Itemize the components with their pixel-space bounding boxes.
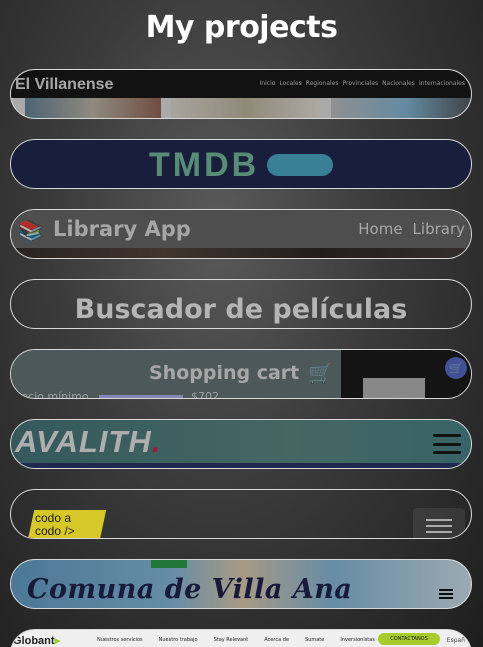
project-card-globant[interactable]: Globant▸ Nuestros servicios Nuestro trab… [10, 629, 472, 647]
project-title: Buscador de películas [74, 294, 408, 325]
nav-item: Acerca de [264, 637, 290, 643]
min-price-label: recio mínimo [17, 390, 89, 399]
accent-bar [151, 560, 187, 568]
site-title: Comuna de Villa Ana [27, 574, 353, 605]
hamburger-menu-icon [439, 589, 453, 599]
project-card-buscador-de-peliculas[interactable]: Buscador de películas [10, 279, 472, 329]
app-title: Library App [53, 217, 191, 241]
cart-badge-icon: 🛒 [445, 357, 467, 379]
nav-item-library: Library [412, 220, 465, 238]
project-card-shopping-cart[interactable]: Shopping cart 🛒 recio mínimo $702 🛒 [10, 349, 472, 399]
bookshelf-image [11, 248, 471, 258]
site-nav: Inicio Locales Regionales Provinciales N… [260, 80, 465, 87]
shopping-cart-icon: 🛒 [308, 361, 333, 385]
nav-item: Provinciales [342, 80, 379, 87]
contact-button: CONTACTANOS [378, 633, 440, 645]
thumbnail-image [171, 98, 321, 118]
globant-logo: Globant▸ [13, 634, 60, 647]
language-selector: Españ [446, 637, 465, 644]
project-card-comuna-de-villa-ana[interactable]: Comuna de Villa Ana [10, 559, 472, 609]
page-title: My projects [145, 10, 338, 45]
thumbnail-image [25, 98, 161, 118]
codo-logo-text: codo a codo /> [35, 512, 75, 538]
project-card-library-app[interactable]: 📚 Library App Home Library [10, 209, 472, 259]
nav-item: Internacionales [418, 80, 465, 87]
hamburger-menu-icon [433, 434, 461, 454]
store-title: Shopping cart [149, 362, 300, 384]
nav-item: Stay Relevant [213, 637, 249, 643]
product-thumbnail [363, 378, 425, 398]
thumbnail-image [331, 98, 471, 118]
hamburger-menu-icon [413, 508, 465, 538]
nav-item: Inicio [259, 80, 276, 87]
nav-item: Nacionales [382, 80, 415, 87]
tmdb-logo-pill [267, 154, 333, 176]
nav-item: Nuestros servicios [97, 637, 143, 643]
min-price-value: $702 [191, 390, 219, 399]
app-nav: Home Library [358, 220, 465, 238]
banner-strip [11, 463, 471, 468]
avalith-logo: AVALITH. [15, 424, 161, 460]
nav-item: Sumate [305, 637, 325, 643]
books-icon: 📚 [18, 218, 43, 242]
price-slider [99, 395, 183, 398]
project-card-codo-a-codo[interactable]: codo a codo /> [10, 489, 472, 539]
avalith-logo-text: AVALITH [15, 424, 152, 459]
tmdb-logo: TMDB [149, 146, 260, 184]
codo-logo-line: codo /> [35, 524, 75, 538]
site-logo: El Villanense [15, 76, 114, 93]
nav-item-home: Home [358, 220, 403, 238]
nav-item: Nuestro trabajo [158, 637, 198, 643]
avalith-logo-dot: . [151, 424, 162, 459]
nav-item: Inversionistas [340, 637, 375, 643]
globant-logo-text: Globant [13, 635, 55, 647]
nav-item: Locales [279, 80, 302, 87]
globant-arrow-icon: ▸ [54, 635, 61, 647]
project-card-tmdb[interactable]: TMDB [10, 139, 472, 189]
site-nav: Nuestros servicios Nuestro trabajo Stay … [97, 637, 375, 643]
project-card-el-villanense[interactable]: El Villanense Inicio Locales Regionales … [10, 69, 472, 119]
project-card-avalith[interactable]: AVALITH. [10, 419, 472, 469]
nav-item: Regionales [305, 80, 339, 87]
